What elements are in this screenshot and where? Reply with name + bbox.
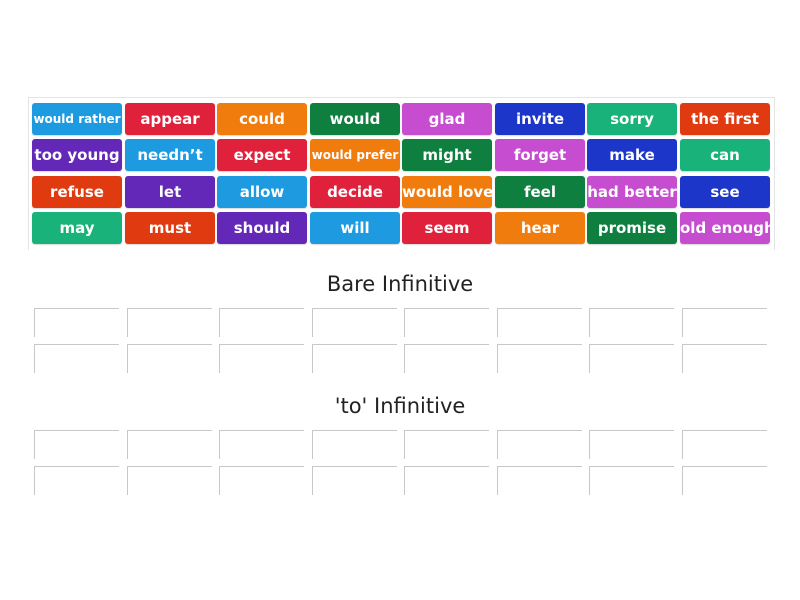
drop-slot[interactable] bbox=[127, 308, 212, 337]
drop-slot[interactable] bbox=[589, 466, 674, 495]
word-tile[interactable]: forget bbox=[495, 139, 585, 171]
drop-slot[interactable] bbox=[127, 430, 212, 459]
drop-slot[interactable] bbox=[34, 308, 119, 337]
word-tile[interactable]: allow bbox=[217, 176, 307, 208]
word-tile[interactable]: the first bbox=[680, 103, 770, 135]
word-tile[interactable]: would bbox=[310, 103, 400, 135]
word-tile[interactable]: must bbox=[125, 212, 215, 244]
word-tile[interactable]: see bbox=[680, 176, 770, 208]
word-tile[interactable]: needn’t bbox=[125, 139, 215, 171]
word-tile[interactable]: make bbox=[587, 139, 677, 171]
drop-slot[interactable] bbox=[589, 308, 674, 337]
drop-slot[interactable] bbox=[219, 308, 304, 337]
drop-slot[interactable] bbox=[404, 430, 489, 459]
drop-slot[interactable] bbox=[682, 430, 767, 459]
word-tile[interactable]: may bbox=[32, 212, 122, 244]
word-tile[interactable]: will bbox=[310, 212, 400, 244]
word-tile[interactable]: would love bbox=[402, 176, 492, 208]
word-tile[interactable]: glad bbox=[402, 103, 492, 135]
word-tile[interactable]: refuse bbox=[32, 176, 122, 208]
group-heading-to-infinitive: 'to' Infinitive bbox=[334, 394, 466, 418]
drop-slot[interactable] bbox=[127, 466, 212, 495]
word-tile[interactable]: hear bbox=[495, 212, 585, 244]
word-tile[interactable]: old enough bbox=[680, 212, 770, 244]
drop-slot[interactable] bbox=[497, 308, 582, 337]
word-tile[interactable]: expect bbox=[217, 139, 307, 171]
word-tile[interactable]: should bbox=[217, 212, 307, 244]
word-tile[interactable]: had better bbox=[587, 176, 677, 208]
drop-slot[interactable] bbox=[34, 466, 119, 495]
drop-slot[interactable] bbox=[589, 430, 674, 459]
word-tile[interactable]: seem bbox=[402, 212, 492, 244]
drop-slot[interactable] bbox=[404, 344, 489, 373]
drop-slot[interactable] bbox=[219, 344, 304, 373]
word-tile[interactable]: let bbox=[125, 176, 215, 208]
word-tile[interactable]: would prefer bbox=[310, 139, 400, 171]
drop-slot[interactable] bbox=[404, 466, 489, 495]
drop-slot[interactable] bbox=[127, 344, 212, 373]
drop-slot[interactable] bbox=[682, 466, 767, 495]
drop-slot[interactable] bbox=[497, 466, 582, 495]
drop-slot[interactable] bbox=[404, 308, 489, 337]
word-tile[interactable]: sorry bbox=[587, 103, 677, 135]
drop-slot[interactable] bbox=[312, 308, 397, 337]
word-tile[interactable]: feel bbox=[495, 176, 585, 208]
word-tile[interactable]: invite bbox=[495, 103, 585, 135]
drop-slot[interactable] bbox=[682, 344, 767, 373]
drop-slot[interactable] bbox=[312, 430, 397, 459]
word-tile[interactable]: would rather bbox=[32, 103, 122, 135]
drop-slot[interactable] bbox=[34, 430, 119, 459]
drop-slot[interactable] bbox=[497, 344, 582, 373]
group-heading-bare-infinitive: Bare Infinitive bbox=[326, 272, 474, 296]
word-tile[interactable]: can bbox=[680, 139, 770, 171]
drop-slot[interactable] bbox=[312, 344, 397, 373]
tile-tray: would rather appear could would glad invite so… bbox=[28, 97, 775, 250]
word-tile[interactable]: too young bbox=[32, 139, 122, 171]
drop-slot[interactable] bbox=[589, 344, 674, 373]
drop-slot[interactable] bbox=[219, 430, 304, 459]
drop-slot[interactable] bbox=[34, 344, 119, 373]
drop-slot[interactable] bbox=[497, 430, 582, 459]
word-tile[interactable]: decide bbox=[310, 176, 400, 208]
drop-slot[interactable] bbox=[219, 466, 304, 495]
word-tile[interactable]: could bbox=[217, 103, 307, 135]
drop-slot[interactable] bbox=[312, 466, 397, 495]
drop-slot[interactable] bbox=[682, 308, 767, 337]
word-tile[interactable]: appear bbox=[125, 103, 215, 135]
word-tile[interactable]: might bbox=[402, 139, 492, 171]
word-tile[interactable]: promise bbox=[587, 212, 677, 244]
